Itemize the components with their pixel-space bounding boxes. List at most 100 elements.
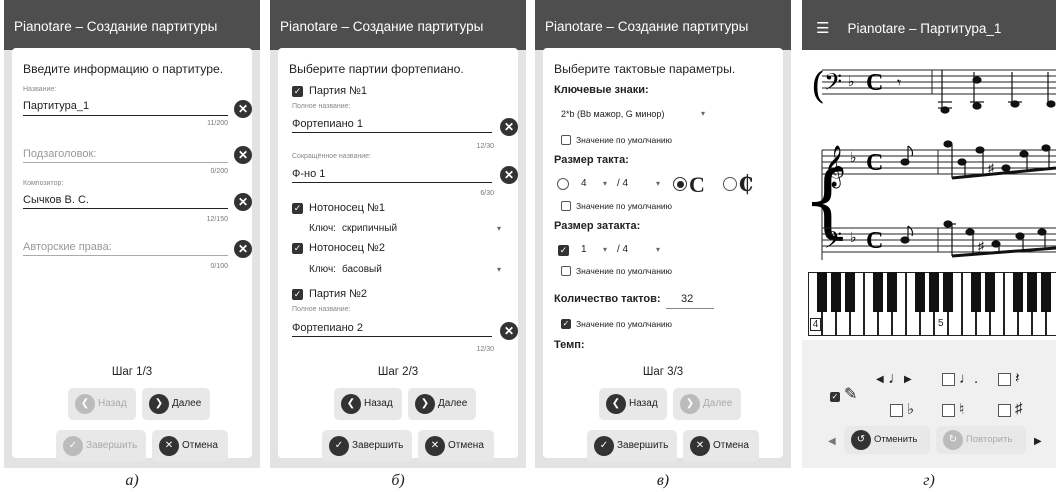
- flat-checkbox[interactable]: [890, 404, 903, 417]
- clear-part1-full-button[interactable]: ✕: [500, 118, 518, 136]
- undo-button[interactable]: ↺ Отменить: [844, 426, 930, 454]
- finish-button[interactable]: ✓ Завершить: [56, 430, 146, 462]
- sharp-checkbox[interactable]: [998, 404, 1011, 417]
- key-signature-select[interactable]: 2*b (Bb мажор, G минор): [561, 109, 664, 119]
- measures-count-label: Количество тактов:: [554, 293, 661, 305]
- piano-black-key[interactable]: [1041, 272, 1051, 312]
- cancel-button[interactable]: ✕ Отмена: [418, 430, 494, 462]
- key-dropdown-icon[interactable]: ▾: [701, 109, 705, 118]
- caption-v: в): [656, 472, 670, 489]
- pickup-num-dropdown-icon[interactable]: ▾: [603, 245, 607, 254]
- prev-duration-icon[interactable]: ◀: [876, 374, 884, 385]
- clear-part2-full-button[interactable]: ✕: [500, 322, 518, 340]
- natural-checkbox[interactable]: [942, 404, 955, 417]
- subtitle-field[interactable]: Подзаголовок:: [23, 148, 96, 160]
- app-title: Pianotare – Создание партитуры: [270, 0, 526, 50]
- svg-text:♯: ♯: [978, 239, 984, 253]
- staff1-checkbox[interactable]: ✓: [292, 203, 303, 214]
- common-time-radio[interactable]: [673, 177, 687, 191]
- measure-number-4: 4: [810, 318, 821, 331]
- finish-button[interactable]: ✓ Завершить: [322, 430, 412, 462]
- pickup-denominator[interactable]: / 4: [617, 244, 628, 255]
- key-signature-label: Ключевые знаки:: [554, 84, 649, 96]
- next-button[interactable]: ❯ Далее: [673, 388, 741, 420]
- next-button[interactable]: ❯ Далее: [408, 388, 476, 420]
- custom-time-radio[interactable]: [557, 178, 569, 190]
- piano-black-key[interactable]: [971, 272, 981, 312]
- composer-field[interactable]: Сычков В. С.: [23, 194, 89, 206]
- score-view[interactable]: ( 𝄢 ♭ C 𝄾 { 𝄞 ♭ C ♯ 𝄢 ♭ C ♯: [802, 50, 1056, 272]
- part2-full-name-field[interactable]: Фортепиано 2: [292, 322, 363, 334]
- copyright-field[interactable]: Авторские права:: [23, 241, 112, 253]
- time-denominator[interactable]: / 4: [617, 178, 628, 189]
- redo-icon: ↻: [943, 430, 963, 450]
- step-heading: Выберите партии фортепиано.: [289, 62, 464, 76]
- next-label: Далее: [438, 398, 468, 409]
- step-indicator: Шаг 3/3: [642, 366, 684, 378]
- cut-time-radio[interactable]: [723, 177, 737, 191]
- clear-subtitle-button[interactable]: ✕: [234, 146, 252, 164]
- clear-composer-button[interactable]: ✕: [234, 193, 252, 211]
- time-den-dropdown-icon[interactable]: ▾: [656, 179, 660, 188]
- menu-icon[interactable]: ☰: [816, 20, 829, 37]
- clef2-dropdown-icon[interactable]: ▾: [497, 265, 501, 274]
- piano-black-key[interactable]: [915, 272, 925, 312]
- pickup-default-checkbox[interactable]: [561, 266, 571, 276]
- back-button[interactable]: ❮ Назад: [599, 388, 667, 420]
- piano-black-key[interactable]: [985, 272, 995, 312]
- key-default-checkbox[interactable]: [561, 135, 571, 145]
- subtitle-field-underline: [23, 162, 228, 163]
- pickup-den-dropdown-icon[interactable]: ▾: [656, 245, 660, 254]
- clef2-select[interactable]: басовый: [342, 264, 382, 275]
- part2-checkbox[interactable]: ✓: [292, 289, 303, 300]
- pencil-icon[interactable]: ✎: [844, 384, 857, 404]
- rest-checkbox[interactable]: [998, 373, 1011, 386]
- part1-short-name-field[interactable]: Ф-но 1: [292, 168, 325, 180]
- measures-default-checkbox[interactable]: ✓: [561, 319, 571, 329]
- piano-black-key[interactable]: [929, 272, 939, 312]
- piano-keyboard[interactable]: 4 5: [808, 272, 1056, 336]
- pickup-numerator[interactable]: 1: [581, 244, 587, 255]
- back-button[interactable]: ❮ Назад: [334, 388, 402, 420]
- piano-black-key[interactable]: [873, 272, 883, 312]
- piano-black-key[interactable]: [1027, 272, 1037, 312]
- part1-checkbox[interactable]: ✓: [292, 86, 303, 97]
- title-field[interactable]: Партитура_1: [23, 100, 89, 112]
- chevron-right-icon: ❯: [415, 394, 435, 414]
- clef1-dropdown-icon[interactable]: ▾: [497, 224, 501, 233]
- next-button[interactable]: ❯ Далее: [142, 388, 210, 420]
- redo-button[interactable]: ↻ Повторить: [936, 426, 1026, 454]
- clear-title-button[interactable]: ✕: [234, 100, 252, 118]
- svg-text:♭: ♭: [848, 74, 855, 90]
- next-duration-icon[interactable]: ▶: [904, 374, 912, 385]
- finish-button[interactable]: ✓ Завершить: [587, 430, 677, 462]
- piano-black-key[interactable]: [845, 272, 855, 312]
- piano-black-key[interactable]: [831, 272, 841, 312]
- time-numerator[interactable]: 4: [581, 178, 587, 189]
- cancel-button[interactable]: ✕ Отмена: [152, 430, 228, 462]
- piano-black-key[interactable]: [943, 272, 953, 312]
- time-default-checkbox[interactable]: [561, 201, 571, 211]
- key-default-label: Значение по умолчанию: [576, 135, 673, 145]
- clef1-select[interactable]: скрипичный: [342, 223, 397, 234]
- pickup-checkbox[interactable]: ✓: [558, 245, 569, 256]
- measures-count-field[interactable]: 32: [681, 293, 693, 305]
- piano-black-key[interactable]: [817, 272, 827, 312]
- prev-time-icon[interactable]: ◀: [828, 436, 836, 447]
- piano-black-key[interactable]: [887, 272, 897, 312]
- step-indicator: Шаг 2/3: [377, 366, 419, 378]
- cancel-button[interactable]: ✕ Отмена: [683, 430, 759, 462]
- piano-black-key[interactable]: [1013, 272, 1023, 312]
- pickup-default-label: Значение по умолчанию: [576, 266, 673, 276]
- pencil-mode-checkbox[interactable]: ✓: [830, 392, 840, 402]
- back-button[interactable]: ❮ Назад: [68, 388, 136, 420]
- clear-copyright-button[interactable]: ✕: [234, 240, 252, 258]
- dotted-checkbox[interactable]: [942, 373, 955, 386]
- staff2-checkbox[interactable]: ✓: [292, 243, 303, 254]
- part2-full-hint: Полное название:: [292, 306, 351, 313]
- part1-full-count: 12/30: [476, 143, 494, 150]
- clear-part1-short-button[interactable]: ✕: [500, 166, 518, 184]
- part1-full-name-field[interactable]: Фортепиано 1: [292, 118, 363, 130]
- time-num-dropdown-icon[interactable]: ▾: [603, 179, 607, 188]
- next-time-icon[interactable]: ▶: [1034, 436, 1042, 447]
